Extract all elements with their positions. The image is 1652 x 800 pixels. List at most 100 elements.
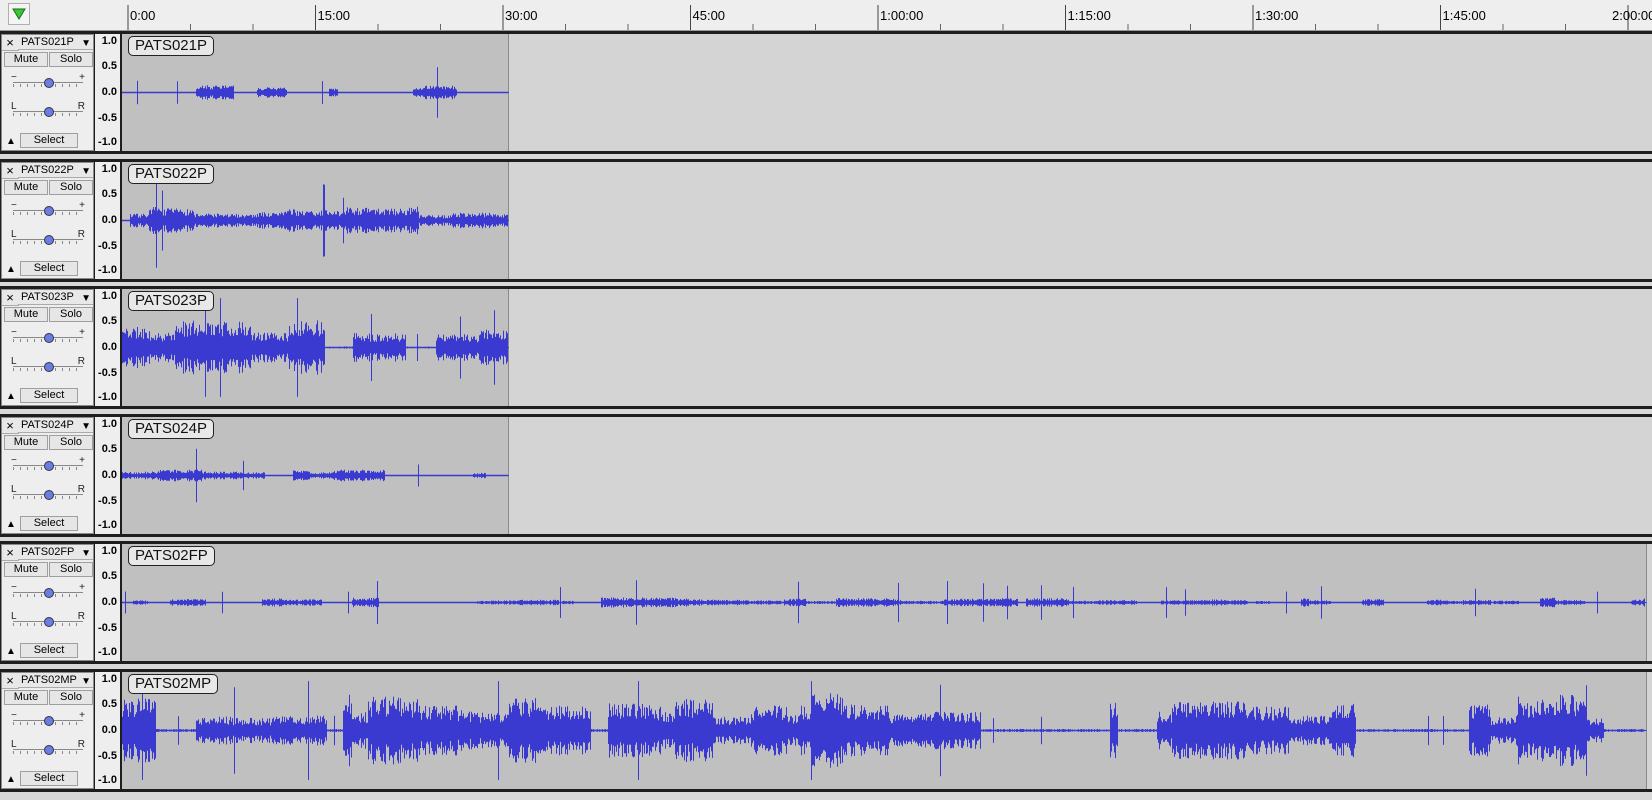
collapse-track-icon[interactable]: ▲ [4, 135, 18, 148]
mute-button[interactable]: Mute [4, 434, 48, 450]
solo-button[interactable]: Solo [49, 689, 93, 705]
dropdown-arrow-icon: ▼ [81, 165, 91, 177]
track-control-panel[interactable]: × PATS021P ▼ Mute Solo − + L R ▲ Select [1, 34, 94, 151]
audio-clip[interactable]: PATS02FP [122, 544, 1647, 661]
scale-label: -0.5 [98, 112, 117, 124]
timeline-ruler[interactable]: 0:00 15:00 30:00 45:00 1:00:00 1:15:00 1:30:00… [0, 0, 1652, 31]
gain-slider[interactable]: − + [11, 327, 85, 344]
audio-track: × PATS021P ▼ Mute Solo − + L R ▲ Select … [0, 31, 1652, 154]
audio-clip[interactable]: PATS022P [122, 161, 510, 279]
scale-label: -1.0 [98, 773, 117, 786]
close-track-icon[interactable]: × [2, 545, 19, 561]
mute-button[interactable]: Mute [4, 307, 48, 322]
track-name-menu[interactable]: PATS02FP ▼ [18, 545, 93, 560]
gain-slider[interactable]: − + [11, 455, 85, 472]
pan-slider[interactable]: L R [11, 229, 85, 246]
gain-slider-knob[interactable] [44, 588, 54, 598]
gain-slider[interactable]: − + [11, 582, 85, 599]
mute-button[interactable]: Mute [4, 52, 48, 67]
select-track-button[interactable]: Select [20, 260, 78, 276]
vertical-scale[interactable]: 1.0 0.5 0.0 -0.5 -1.0 [95, 289, 120, 406]
gain-slider-knob[interactable] [44, 715, 54, 726]
track-name-menu[interactable]: PATS022P ▼ [18, 162, 93, 178]
waveform-area[interactable]: PATS023P [122, 289, 1652, 406]
vertical-scale[interactable]: 1.0 0.5 0.0 -0.5 -1.0 [95, 671, 120, 789]
waveform-area[interactable]: PATS02MP [122, 671, 1652, 789]
clip-name-label[interactable]: PATS022P [128, 163, 214, 184]
select-track-button[interactable]: Select [20, 643, 78, 658]
audio-clip[interactable]: PATS021P [122, 34, 510, 151]
vertical-scale[interactable]: 1.0 0.5 0.0 -0.5 -1.0 [95, 544, 120, 661]
vertical-scale[interactable]: 1.0 0.5 0.0 -0.5 -1.0 [95, 161, 120, 279]
gain-slider[interactable]: − + [11, 200, 85, 217]
pan-slider-knob[interactable] [44, 362, 54, 372]
track-name-menu[interactable]: PATS021P ▼ [18, 35, 93, 50]
collapse-track-icon[interactable]: ▲ [4, 390, 18, 403]
mute-button[interactable]: Mute [4, 562, 48, 577]
track-name-menu[interactable]: PATS02MP ▼ [18, 672, 93, 688]
select-track-button[interactable]: Select [20, 770, 78, 786]
clip-name-label[interactable]: PATS023P [128, 291, 214, 311]
vertical-scale[interactable]: 1.0 0.5 0.0 -0.5 -1.0 [95, 416, 120, 534]
select-track-button[interactable]: Select [20, 388, 78, 403]
gain-slider[interactable]: − + [11, 710, 85, 727]
vertical-scale[interactable]: 1.0 0.5 0.0 -0.5 -1.0 [95, 34, 120, 151]
audio-clip[interactable]: PATS023P [122, 289, 510, 406]
gain-slider-knob[interactable] [44, 205, 54, 216]
collapse-track-icon[interactable]: ▲ [4, 263, 18, 276]
pan-slider[interactable]: L R [11, 739, 85, 756]
clip-name-label[interactable]: PATS02MP [128, 673, 219, 694]
solo-button[interactable]: Solo [49, 434, 93, 450]
close-track-icon[interactable]: × [2, 162, 19, 179]
pan-slider-knob[interactable] [44, 107, 54, 117]
audio-clip[interactable]: PATS02MP [122, 671, 1647, 789]
solo-button[interactable]: Solo [49, 52, 93, 67]
track-control-panel[interactable]: × PATS023P ▼ Mute Solo − + L R ▲ Select [1, 289, 94, 406]
mute-button[interactable]: Mute [4, 179, 48, 195]
waveform [122, 680, 1647, 780]
waveform-area[interactable]: PATS024P [122, 416, 1652, 534]
close-track-icon[interactable]: × [2, 417, 19, 434]
solo-button[interactable]: Solo [49, 179, 93, 195]
gain-slider[interactable]: − + [11, 72, 85, 89]
track-name: PATS02FP [21, 546, 75, 558]
gain-slider-knob[interactable] [44, 333, 54, 343]
clip-name-label[interactable]: PATS021P [128, 36, 214, 56]
track-control-panel[interactable]: × PATS022P ▼ Mute Solo − + L R ▲ Select [1, 161, 94, 279]
gain-slider-knob[interactable] [44, 78, 54, 88]
solo-button[interactable]: Solo [49, 307, 93, 322]
close-track-icon[interactable]: × [2, 35, 19, 51]
track-name-menu[interactable]: PATS024P ▼ [18, 417, 93, 433]
pan-slider[interactable]: L R [11, 101, 85, 118]
clip-name-label[interactable]: PATS02FP [128, 546, 215, 566]
waveform-area[interactable]: PATS02FP [122, 544, 1652, 661]
audio-track: × PATS023P ▼ Mute Solo − + L R ▲ Select … [0, 286, 1652, 409]
pan-slider[interactable]: L R [11, 611, 85, 628]
dropdown-arrow-icon: ▼ [81, 675, 91, 687]
gain-slider-knob[interactable] [44, 460, 54, 471]
clip-name-label[interactable]: PATS024P [128, 418, 214, 439]
track-control-panel[interactable]: × PATS02MP ▼ Mute Solo − + L R ▲ Select [1, 671, 94, 789]
select-track-button[interactable]: Select [20, 133, 78, 148]
track-name-menu[interactable]: PATS023P ▼ [18, 290, 93, 305]
pan-slider-knob[interactable] [44, 617, 54, 627]
waveform-area[interactable]: PATS021P [122, 34, 1652, 151]
mute-button[interactable]: Mute [4, 689, 48, 705]
pan-slider-knob[interactable] [44, 234, 54, 245]
close-track-icon[interactable]: × [2, 672, 19, 689]
waveform-area[interactable]: PATS022P [122, 161, 1652, 279]
track-control-panel[interactable]: × PATS02FP ▼ Mute Solo − + L R ▲ Select [1, 544, 94, 661]
collapse-track-icon[interactable]: ▲ [4, 645, 18, 658]
select-track-button[interactable]: Select [20, 515, 78, 531]
pan-slider[interactable]: L R [11, 356, 85, 373]
pan-slider-knob[interactable] [44, 489, 54, 500]
collapse-track-icon[interactable]: ▲ [4, 773, 18, 786]
audio-clip[interactable]: PATS024P [122, 416, 510, 534]
close-track-icon[interactable]: × [2, 290, 19, 306]
collapse-track-icon[interactable]: ▲ [4, 518, 18, 531]
pan-slider[interactable]: L R [11, 484, 85, 501]
track-control-panel[interactable]: × PATS024P ▼ Mute Solo − + L R ▲ Select [1, 416, 94, 534]
solo-button[interactable]: Solo [49, 562, 93, 577]
scale-label: 1.0 [101, 35, 117, 47]
pan-slider-knob[interactable] [44, 744, 54, 755]
